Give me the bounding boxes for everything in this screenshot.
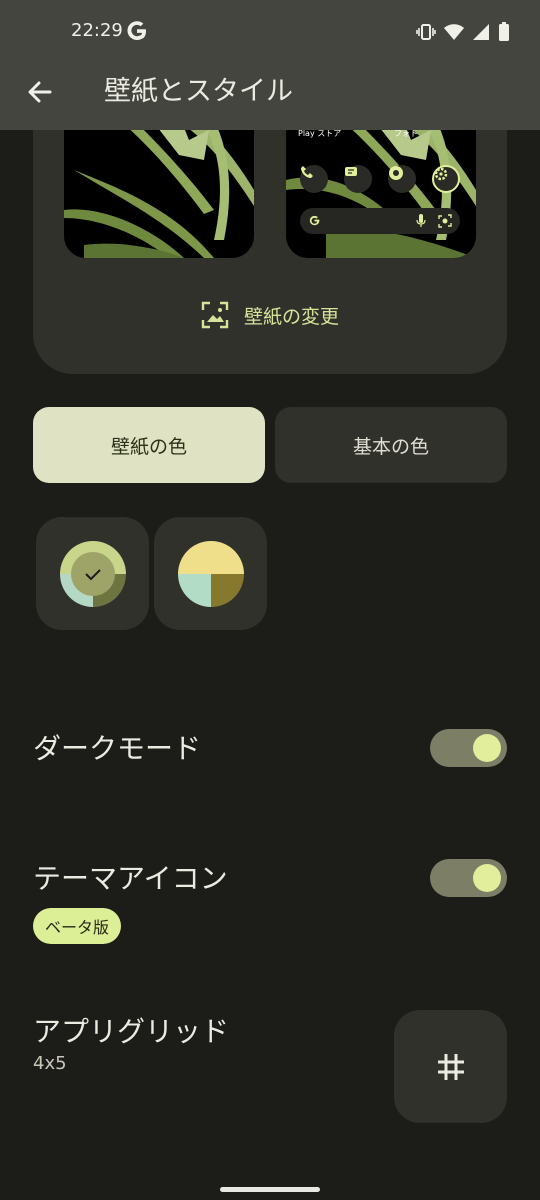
- google-g-icon: [309, 215, 320, 226]
- tab-basic-colors[interactable]: 基本の色: [275, 407, 507, 483]
- app-grid-label: アプリグリッド: [33, 1015, 230, 1048]
- chrome-icon: [388, 165, 416, 193]
- status-bar: 22:29: [0, 0, 540, 62]
- color-swatch-circle: [59, 540, 126, 607]
- themed-icons-label: テーマアイコン: [33, 862, 228, 895]
- color-swatch-circle: [177, 540, 244, 607]
- change-wallpaper-label: 壁紙の変更: [244, 305, 340, 328]
- home-screen-preview[interactable]: Play ストア フォト: [286, 110, 476, 258]
- vibrate-icon: [416, 24, 436, 40]
- lens-icon: [438, 214, 452, 228]
- preview-search-bar: [300, 208, 460, 234]
- app-grid-button[interactable]: [394, 1010, 507, 1123]
- status-time: 22:29: [71, 20, 123, 41]
- beta-badge: ベータ版: [33, 908, 122, 944]
- settings-icon: [432, 165, 460, 193]
- wallpaper-plant-image: [64, 110, 254, 258]
- dark-mode-label: ダークモード: [33, 732, 202, 765]
- color-swatch-1[interactable]: [36, 517, 149, 630]
- dark-mode-toggle[interactable]: [430, 729, 507, 767]
- color-swatch-2[interactable]: [154, 517, 267, 630]
- tab-wallpaper-colors[interactable]: 壁紙の色: [33, 407, 265, 483]
- system-icons: [416, 22, 510, 42]
- toggle-knob: [473, 734, 501, 762]
- grid-hash-icon: [437, 1053, 464, 1080]
- gesture-nav-handle[interactable]: [220, 1187, 320, 1192]
- phone-icon: [300, 165, 328, 193]
- themed-icons-toggle[interactable]: [430, 859, 507, 897]
- lock-screen-preview[interactable]: [64, 110, 254, 258]
- mic-icon: [416, 214, 426, 227]
- arrow-back-icon: [28, 81, 52, 103]
- messages-icon: [344, 165, 372, 193]
- battery-icon: [499, 22, 509, 41]
- page-title: 壁紙とスタイル: [104, 76, 293, 107]
- google-g-icon: [127, 21, 146, 40]
- change-wallpaper-button[interactable]: 壁紙の変更: [200, 300, 339, 330]
- wifi-icon: [444, 24, 464, 40]
- app-grid-value: 4x5: [33, 1053, 67, 1074]
- toggle-knob: [473, 864, 501, 892]
- back-button[interactable]: [20, 72, 60, 112]
- app-bar: 22:29 壁紙とスタイル: [0, 0, 540, 130]
- cell-signal-icon: [473, 24, 489, 40]
- wallpaper-edit-icon: [201, 301, 229, 329]
